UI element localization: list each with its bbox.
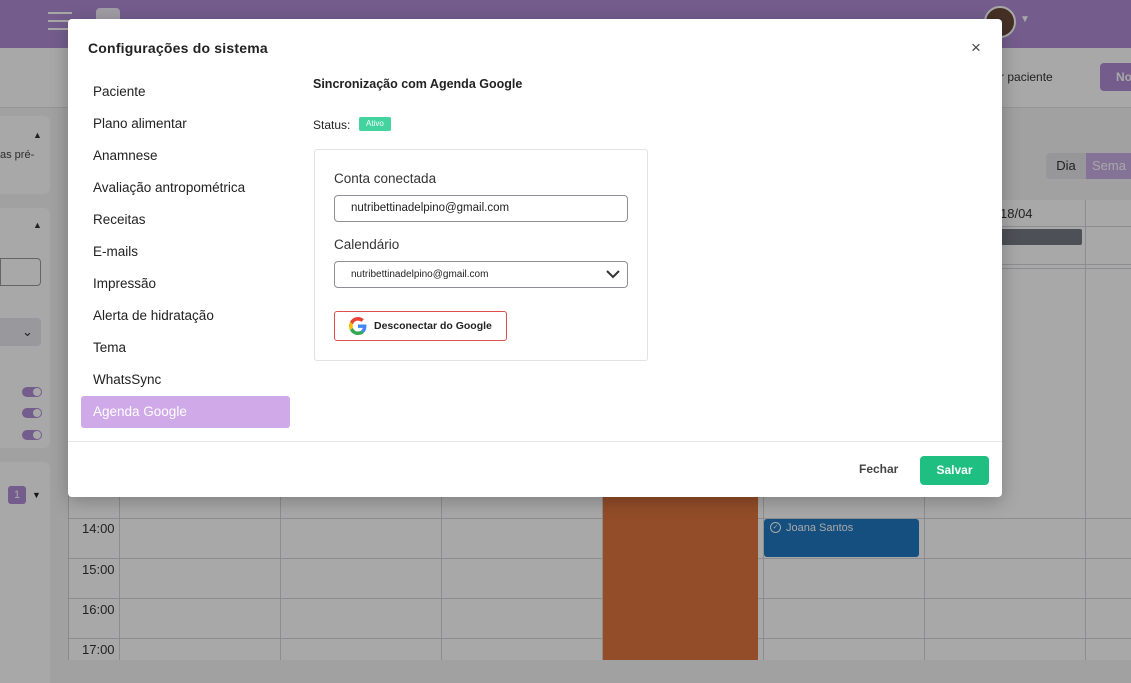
calendar-select-value: nutribettinadelpino@gmail.com <box>351 269 489 280</box>
close-button[interactable]: Fechar <box>859 462 898 476</box>
menu-item-paciente[interactable]: Paciente <box>81 76 290 108</box>
chevron-down-icon <box>606 270 620 279</box>
close-icon[interactable]: × <box>968 39 984 57</box>
calendar-label: Calendário <box>334 237 400 252</box>
menu-item-impressao[interactable]: Impressão <box>81 268 290 300</box>
menu-item-emails[interactable]: E-mails <box>81 236 290 268</box>
menu-item-alerta-hidratacao[interactable]: Alerta de hidratação <box>81 300 290 332</box>
save-button[interactable]: Salvar <box>920 456 989 485</box>
status-label: Status: <box>313 118 351 132</box>
menu-item-avaliacao-antropometrica[interactable]: Avaliação antropométrica <box>81 172 290 204</box>
google-account-card: Conta conectada nutribettinadelpino@gmai… <box>314 149 648 361</box>
connected-account-field[interactable]: nutribettinadelpino@gmail.com <box>334 195 628 222</box>
menu-item-tema[interactable]: Tema <box>81 332 290 364</box>
google-logo-icon <box>349 317 367 335</box>
menu-item-agenda-google[interactable]: Agenda Google <box>81 396 290 428</box>
connected-account-label: Conta conectada <box>334 171 437 186</box>
menu-item-anamnese[interactable]: Anamnese <box>81 140 290 172</box>
menu-item-whatssync[interactable]: WhatsSync <box>81 364 290 396</box>
menu-item-plano-alimentar[interactable]: Plano alimentar <box>81 108 290 140</box>
settings-menu: Paciente Plano alimentar Anamnese Avalia… <box>81 76 290 428</box>
modal-footer: Fechar Salvar <box>68 441 1002 497</box>
disconnect-google-button[interactable]: Desconectar do Google <box>334 311 507 341</box>
section-title: Sincronização com Agenda Google <box>313 77 523 91</box>
calendar-select[interactable]: nutribettinadelpino@gmail.com <box>334 261 628 288</box>
settings-modal: Configurações do sistema × Paciente Plan… <box>68 19 1002 497</box>
disconnect-google-label: Desconectar do Google <box>374 320 492 332</box>
status-badge: Ativo <box>359 117 391 131</box>
modal-title: Configurações do sistema <box>88 40 268 56</box>
menu-item-receitas[interactable]: Receitas <box>81 204 290 236</box>
